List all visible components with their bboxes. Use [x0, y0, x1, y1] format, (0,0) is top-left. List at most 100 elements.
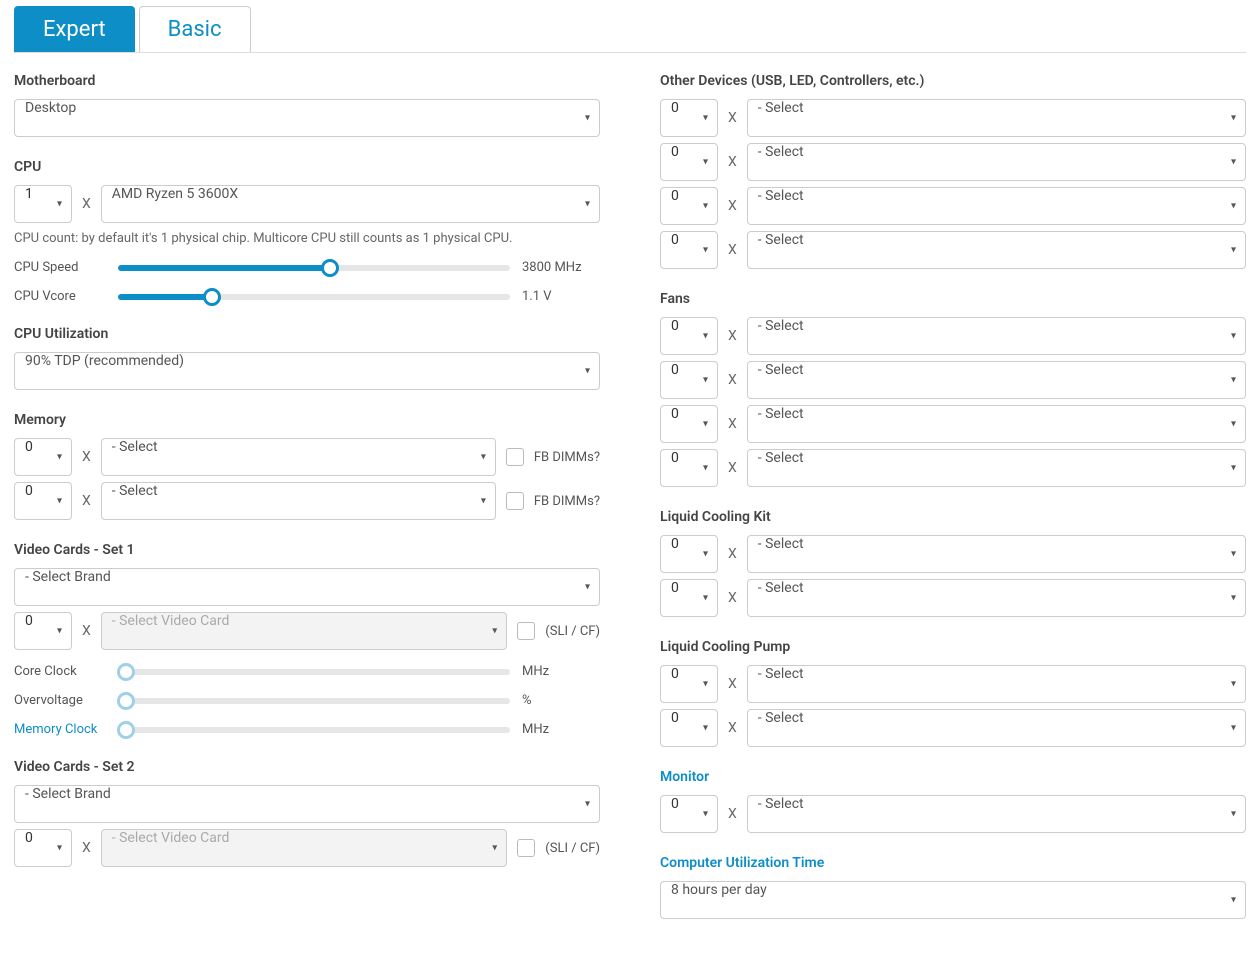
multiply-icon: X: [728, 720, 737, 736]
vcard1-card-select[interactable]: - Select Video Card: [101, 612, 508, 650]
label-cpu-util: CPU Utilization: [14, 326, 600, 342]
cpu-vcore-slider-row: CPU Vcore 1.1 V: [14, 289, 600, 304]
other-select-3[interactable]: - Select: [747, 187, 1246, 225]
vcard2-sli-checkbox[interactable]: [517, 839, 535, 857]
multiply-icon: X: [728, 328, 737, 344]
fans-select-1[interactable]: - Select: [747, 317, 1246, 355]
lcp-select-2[interactable]: - Select: [747, 709, 1246, 747]
other-select-1[interactable]: - Select: [747, 99, 1246, 137]
memory-fb-label-2: FB DIMMs?: [534, 494, 600, 509]
vcard1-coreclock-unit: MHz: [522, 664, 600, 679]
lck-select-1[interactable]: - Select: [747, 535, 1246, 573]
label-vcard2: Video Cards - Set 2: [14, 759, 600, 775]
lck-qty-2[interactable]: 0: [660, 579, 718, 617]
cpu-speed-label: CPU Speed: [14, 260, 106, 275]
section-lck: Liquid Cooling Kit 0X- Select 0X- Select: [660, 509, 1246, 617]
section-vcard2: Video Cards - Set 2 - Select Brand 0 X -…: [14, 759, 600, 867]
fans-qty-2[interactable]: 0: [660, 361, 718, 399]
multiply-icon: X: [728, 416, 737, 432]
memory-qty-2[interactable]: 0: [14, 482, 72, 520]
right-column: Other Devices (USB, LED, Controllers, et…: [660, 73, 1246, 941]
cpu-note: CPU count: by default it's 1 physical ch…: [14, 231, 600, 246]
vcard1-overvolt-unit: %: [522, 693, 600, 708]
label-lck: Liquid Cooling Kit: [660, 509, 1246, 525]
multiply-icon: X: [82, 493, 91, 509]
memory-fb-label-1: FB DIMMs?: [534, 450, 600, 465]
other-qty-1[interactable]: 0: [660, 99, 718, 137]
fans-select-2[interactable]: - Select: [747, 361, 1246, 399]
multiply-icon: X: [728, 676, 737, 692]
other-select-4[interactable]: - Select: [747, 231, 1246, 269]
vcard1-coreclock-slider[interactable]: [118, 669, 510, 675]
lcp-qty-2[interactable]: 0: [660, 709, 718, 747]
motherboard-select[interactable]: Desktop: [14, 99, 600, 137]
lcp-select-1[interactable]: - Select: [747, 665, 1246, 703]
multiply-icon: X: [82, 449, 91, 465]
vcard1-qty[interactable]: 0: [14, 612, 72, 650]
form-columns: Motherboard Desktop CPU 1 X AMD Ryzen 5 …: [14, 73, 1246, 941]
fans-select-4[interactable]: - Select: [747, 449, 1246, 487]
multiply-icon: X: [82, 840, 91, 856]
other-qty-2[interactable]: 0: [660, 143, 718, 181]
vcard1-brand-select[interactable]: - Select Brand: [14, 568, 600, 606]
memory-fb-checkbox-1[interactable]: [506, 448, 524, 466]
other-select-2[interactable]: - Select: [747, 143, 1246, 181]
section-vcard1: Video Cards - Set 1 - Select Brand 0 X -…: [14, 542, 600, 737]
vcard1-sli-checkbox[interactable]: [517, 622, 535, 640]
fans-qty-4[interactable]: 0: [660, 449, 718, 487]
multiply-icon: X: [728, 546, 737, 562]
tab-expert[interactable]: Expert: [14, 6, 135, 52]
label-cpu: CPU: [14, 159, 600, 175]
memory-select-1[interactable]: - Select: [101, 438, 496, 476]
section-cpu: CPU 1 X AMD Ryzen 5 3600X CPU count: by …: [14, 159, 600, 304]
vcard1-memclock-unit: MHz: [522, 722, 600, 737]
tab-basic[interactable]: Basic: [139, 6, 251, 52]
multiply-icon: X: [728, 198, 737, 214]
fans-qty-1[interactable]: 0: [660, 317, 718, 355]
section-monitor: Monitor 0X - Select: [660, 769, 1246, 833]
vcard1-memclock-slider[interactable]: [118, 727, 510, 733]
monitor-select[interactable]: - Select: [747, 795, 1246, 833]
memory-qty-1[interactable]: 0: [14, 438, 72, 476]
lcp-qty-1[interactable]: 0: [660, 665, 718, 703]
fans-qty-3[interactable]: 0: [660, 405, 718, 443]
section-other-devices: Other Devices (USB, LED, Controllers, et…: [660, 73, 1246, 269]
memory-select-2[interactable]: - Select: [101, 482, 496, 520]
vcard1-memclock-label[interactable]: Memory Clock: [14, 722, 106, 737]
memory-fb-checkbox-2[interactable]: [506, 492, 524, 510]
other-qty-4[interactable]: 0: [660, 231, 718, 269]
monitor-qty[interactable]: 0: [660, 795, 718, 833]
label-other-devices: Other Devices (USB, LED, Controllers, et…: [660, 73, 1246, 89]
cpu-qty-select[interactable]: 1: [14, 185, 72, 223]
vcard2-card-select[interactable]: - Select Video Card: [101, 829, 508, 867]
vcard1-overvolt-label: Overvoltage: [14, 693, 106, 708]
vcard1-coreclock-row: Core Clock MHz: [14, 664, 600, 679]
cpu-speed-slider[interactable]: [118, 265, 510, 271]
lck-qty-1[interactable]: 0: [660, 535, 718, 573]
util-time-select[interactable]: 8 hours per day: [660, 881, 1246, 919]
multiply-icon: X: [728, 372, 737, 388]
section-lcp: Liquid Cooling Pump 0X- Select 0X- Selec…: [660, 639, 1246, 747]
label-util-time[interactable]: Computer Utilization Time: [660, 855, 1246, 871]
cpu-vcore-label: CPU Vcore: [14, 289, 106, 304]
lck-select-2[interactable]: - Select: [747, 579, 1246, 617]
cpu-util-select[interactable]: 90% TDP (recommended): [14, 352, 600, 390]
cpu-vcore-slider[interactable]: [118, 294, 510, 300]
fans-select-3[interactable]: - Select: [747, 405, 1246, 443]
vcard1-overvolt-slider[interactable]: [118, 698, 510, 704]
multiply-icon: X: [728, 110, 737, 126]
other-qty-3[interactable]: 0: [660, 187, 718, 225]
cpu-vcore-value: 1.1 V: [522, 289, 600, 304]
label-fans: Fans: [660, 291, 1246, 307]
vcard2-qty[interactable]: 0: [14, 829, 72, 867]
vcard2-brand-select[interactable]: - Select Brand: [14, 785, 600, 823]
section-fans: Fans 0X- Select 0X- Select 0X- Select 0X…: [660, 291, 1246, 487]
multiply-icon: X: [728, 806, 737, 822]
label-memory: Memory: [14, 412, 600, 428]
label-motherboard: Motherboard: [14, 73, 600, 89]
vcard1-coreclock-label: Core Clock: [14, 664, 106, 679]
multiply-icon: X: [728, 460, 737, 476]
label-monitor[interactable]: Monitor: [660, 769, 1246, 785]
left-column: Motherboard Desktop CPU 1 X AMD Ryzen 5 …: [14, 73, 600, 941]
cpu-model-select[interactable]: AMD Ryzen 5 3600X: [101, 185, 600, 223]
